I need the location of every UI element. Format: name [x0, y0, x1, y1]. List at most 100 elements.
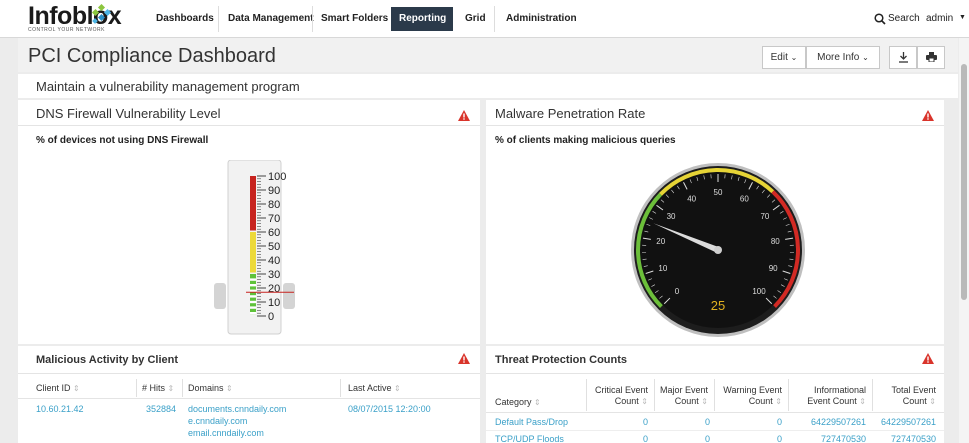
more-info-button-label: More Info: [817, 52, 860, 63]
tab-smart-folders[interactable]: Smart Folders: [313, 7, 396, 31]
client-id-cell[interactable]: 10.60.21.42: [36, 404, 84, 415]
domain-link[interactable]: e.cnndaily.com: [188, 416, 247, 427]
critical-cell: 0: [642, 434, 648, 443]
column-divider: [182, 379, 183, 397]
threat-protection-panel: Threat Protection Counts Category ⇕ Crit…: [486, 346, 944, 443]
search-link[interactable]: Search: [888, 13, 920, 24]
thermometer-tick-label: 100: [268, 171, 286, 183]
edit-button-label: Edit: [770, 52, 788, 63]
gauge-tick-label: 20: [656, 237, 665, 246]
warning-icon[interactable]: [458, 110, 470, 121]
column-header-total[interactable]: Total Event Count ⇕: [876, 385, 936, 407]
major-cell: 0: [704, 417, 710, 427]
gauge-tick-label: 50: [714, 188, 723, 197]
warning-cell: 0: [776, 417, 782, 427]
printer-icon: [925, 52, 937, 63]
chevron-down-icon[interactable]: ▼: [959, 14, 966, 21]
top-navigation: Infoblox CONTROL YOUR NETWORK Dashboards…: [0, 0, 969, 38]
domain-link[interactable]: documents.cnndaily.com: [188, 404, 286, 415]
activity-panel-title: Malicious Activity by Client: [36, 354, 179, 366]
warning-icon[interactable]: [922, 353, 934, 364]
section-header: Maintain a vulnerability management prog…: [18, 74, 958, 98]
informational-cell: 64229507261: [810, 417, 866, 427]
thermometer-tick-label: 40: [268, 255, 280, 267]
more-info-button[interactable]: More Info ⌄: [806, 46, 880, 69]
malicious-activity-panel: Malicious Activity by Client Client ID ⇕…: [18, 346, 480, 443]
panel-divider: [486, 373, 944, 374]
category-cell[interactable]: Default Pass/Drop: [495, 417, 568, 428]
warning-icon[interactable]: [458, 353, 470, 364]
column-header-major[interactable]: Major Event Count ⇕: [656, 385, 708, 407]
user-menu[interactable]: admin: [926, 13, 953, 24]
panel-divider: [18, 125, 480, 126]
warning-icon[interactable]: [922, 110, 934, 121]
threat-panel-title: Threat Protection Counts: [495, 354, 628, 366]
sort-icon: ⇕: [701, 397, 708, 406]
header-label: Informational Event Count: [807, 385, 866, 406]
sort-icon: ⇕: [394, 384, 401, 393]
header-label: Last Active: [348, 383, 392, 393]
column-divider: [788, 379, 789, 411]
column-divider: [340, 379, 341, 397]
scrollbar-thumb[interactable]: [961, 64, 967, 300]
column-header-domains[interactable]: Domains ⇕: [188, 383, 233, 394]
thermometer-tick-label: 70: [268, 213, 280, 225]
column-header-warning[interactable]: Warning Event Count ⇕: [718, 385, 782, 407]
sort-icon: ⇕: [73, 384, 80, 393]
category-cell[interactable]: TCP/UDP Floods: [495, 434, 564, 443]
sort-icon: ⇕: [641, 397, 648, 406]
header-label: Warning Event Count: [723, 385, 782, 406]
download-button[interactable]: [889, 46, 917, 69]
infoblox-mark-icon: [91, 4, 112, 24]
dns-panel-subtitle: % of devices not using DNS Firewall: [36, 135, 209, 146]
nav-divider: [218, 6, 219, 32]
thermometer-tick-label: 60: [268, 227, 280, 239]
malware-panel-title: Malware Penetration Rate: [495, 106, 646, 121]
tab-administration[interactable]: Administration: [498, 7, 585, 31]
column-header-client-id[interactable]: Client ID ⇕: [36, 383, 80, 394]
header-label: Category: [495, 397, 532, 407]
thermometer-chart: 1009080706050403020100: [214, 160, 295, 335]
critical-cell: 0: [642, 417, 648, 427]
tab-reporting[interactable]: Reporting: [391, 7, 453, 31]
gauge-tick-label: 0: [675, 287, 680, 296]
sort-icon: ⇕: [929, 397, 936, 406]
column-divider: [586, 379, 587, 411]
domain-link[interactable]: email.cnndaily.com: [188, 428, 264, 439]
dns-firewall-panel: DNS Firewall Vulnerability Level % of de…: [18, 100, 480, 344]
column-header-category[interactable]: Category ⇕: [495, 397, 541, 408]
last-active-cell: 08/07/2015 12:20:00: [348, 404, 431, 414]
thermometer-tick-label: 30: [268, 269, 280, 281]
sort-icon: ⇕: [226, 384, 233, 393]
gauge-value-label: 25: [711, 298, 725, 313]
column-header-critical[interactable]: Critical Event Count ⇕: [588, 385, 648, 407]
column-header-last-active[interactable]: Last Active ⇕: [348, 383, 401, 394]
column-header-informational[interactable]: Informational Event Count ⇕: [792, 385, 866, 407]
page-title: PCI Compliance Dashboard: [28, 45, 276, 67]
thermometer-tick-label: 20: [268, 283, 280, 295]
total-cell: 64229507261: [880, 417, 936, 427]
edit-button[interactable]: Edit ⌄: [762, 46, 806, 69]
tab-dashboards[interactable]: Dashboards: [148, 7, 222, 31]
column-header-hits[interactable]: # Hits ⇕: [142, 383, 174, 394]
tab-data-management[interactable]: Data Management: [220, 7, 322, 31]
dns-panel-title: DNS Firewall Vulnerability Level: [36, 106, 221, 121]
download-icon: [898, 52, 908, 63]
column-divider: [714, 379, 715, 411]
major-cell: 0: [704, 434, 710, 443]
panel-divider: [18, 373, 480, 374]
print-button[interactable]: [917, 46, 945, 69]
sort-icon: ⇕: [859, 397, 866, 406]
column-divider: [136, 379, 137, 397]
tab-grid[interactable]: Grid: [457, 7, 494, 31]
header-divider: [486, 412, 944, 413]
malware-panel: Malware Penetration Rate % of clients ma…: [486, 100, 944, 344]
search-icon[interactable]: [874, 13, 886, 25]
header-divider: [18, 398, 480, 399]
gauge-tick-label: 60: [740, 194, 749, 203]
gauge-chart: 0 10 20 30 40 50 60 70 80 90 100 25: [631, 163, 805, 337]
sort-icon: ⇕: [775, 397, 782, 406]
thermometer-tick-label: 10: [268, 297, 280, 309]
header-label: Domains: [188, 383, 224, 393]
gauge-tick-label: 90: [769, 264, 778, 273]
